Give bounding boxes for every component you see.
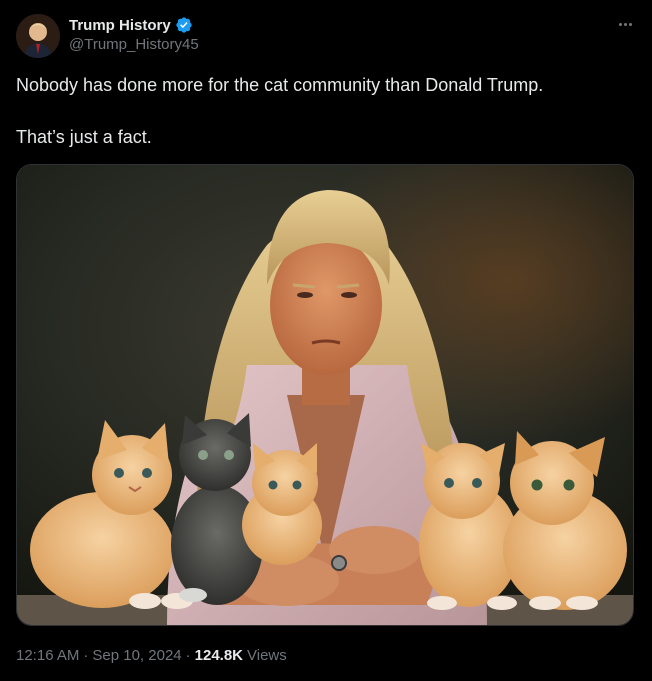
dot [628,22,632,26]
tweet-meta: 12:16 AM · Sep 10, 2024 · 124.8K Views [16,647,287,664]
tweet: Trump History @Trump_History45 Nobody ha… [0,0,652,681]
author-block: Trump History @Trump_History45 [69,15,199,54]
author-handle[interactable]: @Trump_History45 [69,36,199,53]
verified-badge-icon[interactable] [175,16,193,34]
tweet-header: Trump History @Trump_History45 [16,14,636,58]
views-label: Views [247,647,287,664]
display-name[interactable]: Trump History [69,17,171,34]
more-options-icon[interactable] [614,14,636,34]
dot [618,22,622,26]
separator: · [185,647,191,664]
tweet-image[interactable] [16,164,634,626]
tweet-text-line-1: Nobody has done more for the cat communi… [16,75,544,95]
separator: · [83,647,89,664]
dot [623,22,627,26]
tweet-date[interactable]: Sep 10, 2024 [92,647,181,664]
display-name-row: Trump History [69,15,199,35]
tweet-text-line-2: That’s just a fact. [16,127,152,147]
avatar[interactable] [16,14,60,58]
views-count[interactable]: 124.8K [195,647,243,664]
tweet-text: Nobody has done more for the cat communi… [16,72,636,150]
tweet-time[interactable]: 12:16 AM [16,647,79,664]
